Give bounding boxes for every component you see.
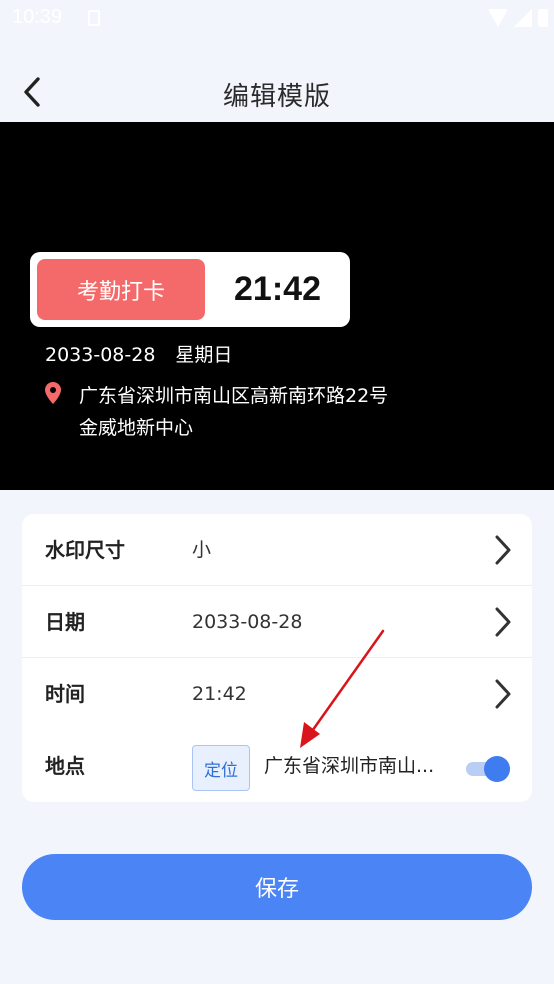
watermark-badge: 考勤打卡: [37, 259, 205, 320]
location-pin-icon: [45, 382, 61, 404]
battery-icon: [538, 9, 548, 27]
sim-icon: [88, 10, 100, 26]
time-row[interactable]: 时间 21:42: [22, 658, 532, 730]
chevron-right-icon: [495, 607, 511, 637]
watermark-date-line: 2033-08-28 星期日: [45, 340, 232, 367]
settings-card: 水印尺寸 小 日期 2033-08-28 时间 21:42 地点 定位 广东省深…: [22, 514, 532, 802]
chevron-right-icon: [495, 535, 511, 565]
locate-button[interactable]: 定位: [192, 745, 250, 791]
watermark-weekday: 星期日: [175, 344, 233, 366]
page-title: 编辑模版: [222, 82, 331, 112]
watermark-address-line2: 金威地新中心: [79, 417, 194, 439]
location-value: 广东省深圳市南山...: [264, 755, 435, 777]
nav-bar: 编辑模版: [0, 60, 554, 124]
status-time: 10:39: [12, 6, 63, 28]
size-label: 水印尺寸: [45, 538, 125, 562]
watermark-card: 考勤打卡 21:42: [30, 252, 350, 327]
watermark-address-line1: 广东省深圳市南山区高新南环路22号: [79, 385, 389, 407]
time-value: 21:42: [192, 683, 247, 705]
time-label: 时间: [45, 682, 85, 706]
save-button[interactable]: 保存: [22, 854, 532, 920]
date-label: 日期: [45, 610, 85, 634]
toggle-knob: [484, 756, 510, 782]
chevron-right-icon: [495, 679, 511, 709]
wifi-icon: [488, 9, 508, 27]
watermark-address: 广东省深圳市南山区高新南环路22号 金威地新中心: [79, 380, 439, 444]
date-value: 2033-08-28: [192, 611, 303, 633]
size-row[interactable]: 水印尺寸 小: [22, 514, 532, 586]
location-row: 地点 定位 广东省深圳市南山...: [22, 730, 532, 802]
watermark-preview: 考勤打卡 21:42 2033-08-28 星期日 广东省深圳市南山区高新南环路2…: [0, 122, 554, 490]
signal-icon: [514, 9, 532, 27]
watermark-time: 21:42: [234, 270, 321, 308]
location-label: 地点: [45, 754, 85, 778]
date-row[interactable]: 日期 2033-08-28: [22, 586, 532, 658]
watermark-date: 2033-08-28: [45, 344, 156, 366]
status-icons: [488, 6, 548, 30]
size-value: 小: [192, 539, 212, 561]
status-bar: 10:39: [0, 0, 554, 36]
location-toggle[interactable]: [466, 756, 510, 782]
